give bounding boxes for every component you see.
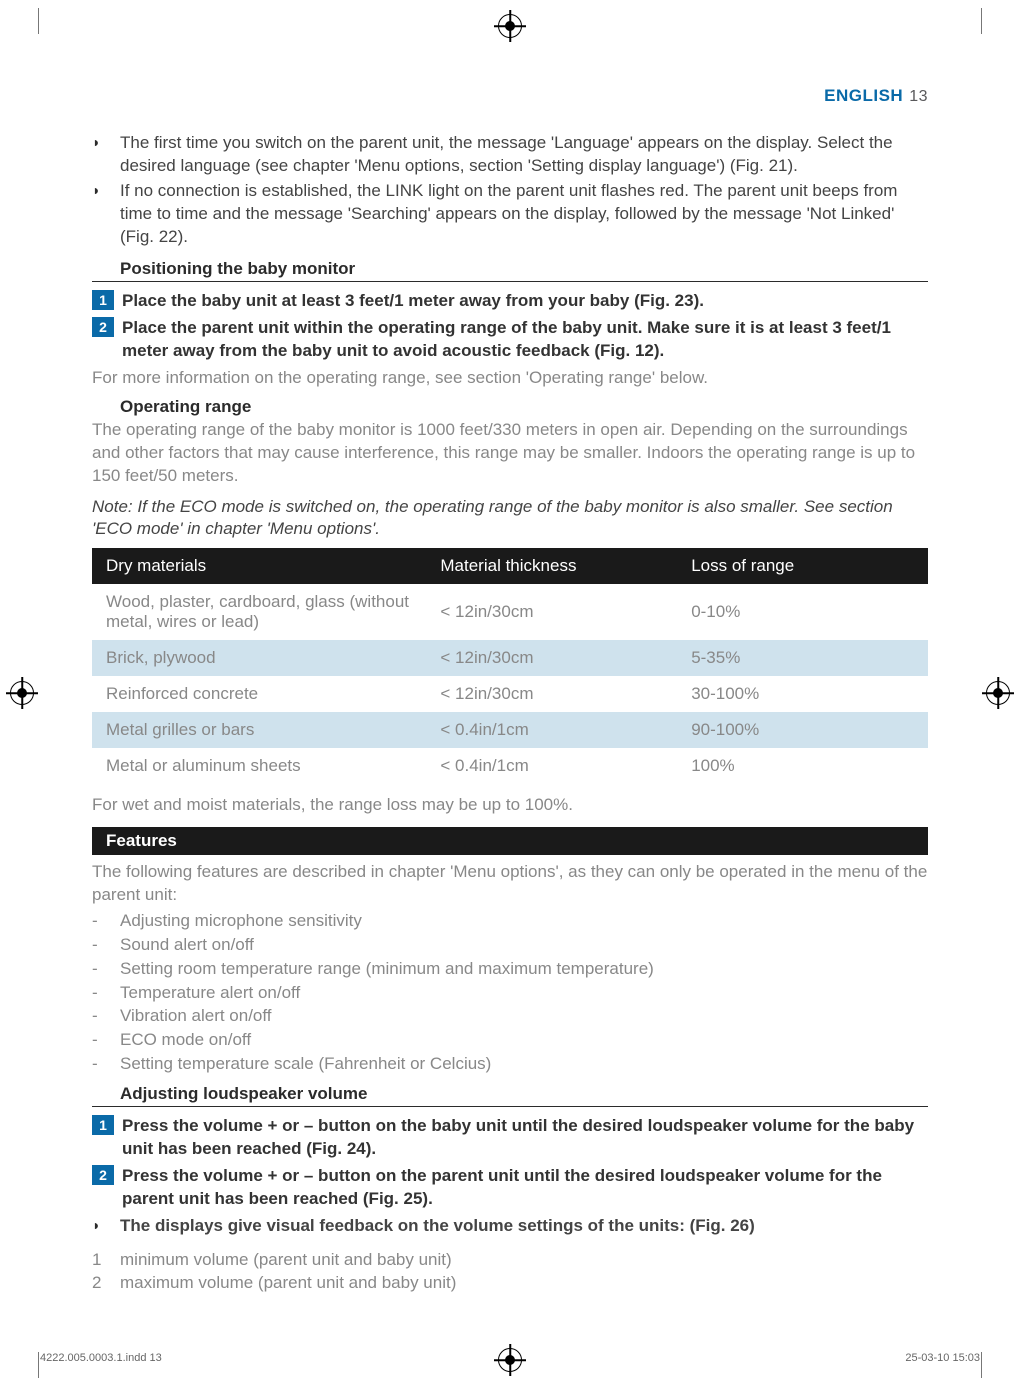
- table-cell: 90-100%: [677, 712, 928, 748]
- footer-file: 4222.005.0003.1.indd 13: [40, 1352, 162, 1364]
- dash-icon: -: [92, 981, 120, 1005]
- volume-numbered-list: 1minimum volume (parent unit and baby un…: [92, 1248, 928, 1296]
- dash-icon: -: [92, 1004, 120, 1028]
- table-cell: Wood, plaster, cardboard, glass (without…: [92, 584, 426, 640]
- table-cell: Metal grilles or bars: [92, 712, 426, 748]
- heading-operating-range: Operating range: [120, 397, 928, 417]
- dash-icon: -: [92, 1052, 120, 1076]
- table-cell: Reinforced concrete: [92, 676, 426, 712]
- step-item: 2 Press the volume + or – button on the …: [92, 1165, 928, 1211]
- table-cell: Metal or aluminum sheets: [92, 748, 426, 784]
- step-text: Press the volume + or – button on the ba…: [122, 1115, 928, 1161]
- heading-rule: [92, 281, 928, 282]
- list-item: Vibration alert on/off: [120, 1004, 272, 1028]
- list-number: 1: [92, 1248, 120, 1272]
- volume-bullet: ◗ The displays give visual feedback on t…: [92, 1215, 928, 1238]
- table-cell: 30-100%: [677, 676, 928, 712]
- step-item: 1 Press the volume + or – button on the …: [92, 1115, 928, 1161]
- step-number-badge: 1: [92, 290, 114, 310]
- table-row: Reinforced concrete < 12in/30cm 30-100%: [92, 676, 928, 712]
- body-text: For wet and moist materials, the range l…: [92, 794, 928, 817]
- print-footer: 4222.005.0003.1.indd 13 25-03-10 15:03: [40, 1352, 980, 1364]
- page-content: ENGLISH 13 ◗ The first time you switch on…: [92, 60, 928, 1326]
- registration-mark-top: [498, 14, 522, 38]
- table-cell: 100%: [677, 748, 928, 784]
- table-cell: < 12in/30cm: [426, 584, 677, 640]
- list-item: Setting temperature scale (Fahrenheit or…: [120, 1052, 491, 1076]
- step-number-badge: 2: [92, 317, 114, 337]
- step-text: Press the volume + or – button on the pa…: [122, 1165, 928, 1211]
- heading-positioning: Positioning the baby monitor: [120, 259, 928, 279]
- dash-icon: -: [92, 957, 120, 981]
- dash-icon: -: [92, 1028, 120, 1052]
- list-item: maximum volume (parent unit and baby uni…: [120, 1271, 456, 1295]
- bullet-icon: ◗: [92, 132, 120, 178]
- table-row: Metal grilles or bars < 0.4in/1cm 90-100…: [92, 712, 928, 748]
- table-cell: < 0.4in/1cm: [426, 712, 677, 748]
- list-item: Setting room temperature range (minimum …: [120, 957, 654, 981]
- step-number-badge: 1: [92, 1115, 114, 1135]
- bullet-text: The first time you switch on the parent …: [120, 132, 928, 178]
- body-text: For more information on the operating ra…: [92, 367, 928, 390]
- step-text: Place the baby unit at least 3 feet/1 me…: [122, 290, 928, 313]
- list-item: Temperature alert on/off: [120, 981, 300, 1005]
- running-head: ENGLISH 13: [92, 86, 928, 106]
- list-number: 2: [92, 1271, 120, 1295]
- table-cell: < 0.4in/1cm: [426, 748, 677, 784]
- table-header: Dry materials: [92, 548, 426, 584]
- table-header: Loss of range: [677, 548, 928, 584]
- heading-volume: Adjusting loudspeaker volume: [120, 1084, 928, 1104]
- table-row: Brick, plywood < 12in/30cm 5-35%: [92, 640, 928, 676]
- materials-table: Dry materials Material thickness Loss of…: [92, 548, 928, 784]
- page-number: 13: [909, 88, 928, 105]
- body-text: The following features are described in …: [92, 861, 928, 907]
- table-cell: 5-35%: [677, 640, 928, 676]
- note-text: Note: If the ECO mode is switched on, th…: [92, 496, 928, 540]
- table-cell: 0-10%: [677, 584, 928, 640]
- language-label: ENGLISH: [824, 86, 903, 105]
- body-text: The operating range of the baby monitor …: [92, 419, 928, 488]
- registration-mark-left: [10, 681, 34, 705]
- bullet-text: The displays give visual feedback on the…: [120, 1215, 928, 1238]
- footer-timestamp: 25-03-10 15:03: [905, 1352, 980, 1364]
- bullet-icon: ◗: [92, 180, 120, 249]
- registration-mark-right: [986, 681, 1010, 705]
- intro-bullet-list: ◗ The first time you switch on the paren…: [92, 132, 928, 249]
- features-list: -Adjusting microphone sensitivity -Sound…: [92, 909, 928, 1076]
- bullet-icon: ◗: [92, 1215, 120, 1238]
- list-item: Adjusting microphone sensitivity: [120, 909, 362, 933]
- table-row: Metal or aluminum sheets < 0.4in/1cm 100…: [92, 748, 928, 784]
- step-number-badge: 2: [92, 1165, 114, 1185]
- section-heading-features: Features: [92, 827, 928, 855]
- step-text: Place the parent unit within the operati…: [122, 317, 928, 363]
- table-cell: Brick, plywood: [92, 640, 426, 676]
- list-item: ECO mode on/off: [120, 1028, 251, 1052]
- step-item: 1 Place the baby unit at least 3 feet/1 …: [92, 290, 928, 313]
- table-cell: < 12in/30cm: [426, 640, 677, 676]
- table-row: Wood, plaster, cardboard, glass (without…: [92, 584, 928, 640]
- dash-icon: -: [92, 909, 120, 933]
- list-item: Sound alert on/off: [120, 933, 254, 957]
- step-item: 2 Place the parent unit within the opera…: [92, 317, 928, 363]
- table-header: Material thickness: [426, 548, 677, 584]
- dash-icon: -: [92, 933, 120, 957]
- heading-rule: [92, 1106, 928, 1107]
- table-cell: < 12in/30cm: [426, 676, 677, 712]
- bullet-text: If no connection is established, the LIN…: [120, 180, 928, 249]
- list-item: minimum volume (parent unit and baby uni…: [120, 1248, 452, 1272]
